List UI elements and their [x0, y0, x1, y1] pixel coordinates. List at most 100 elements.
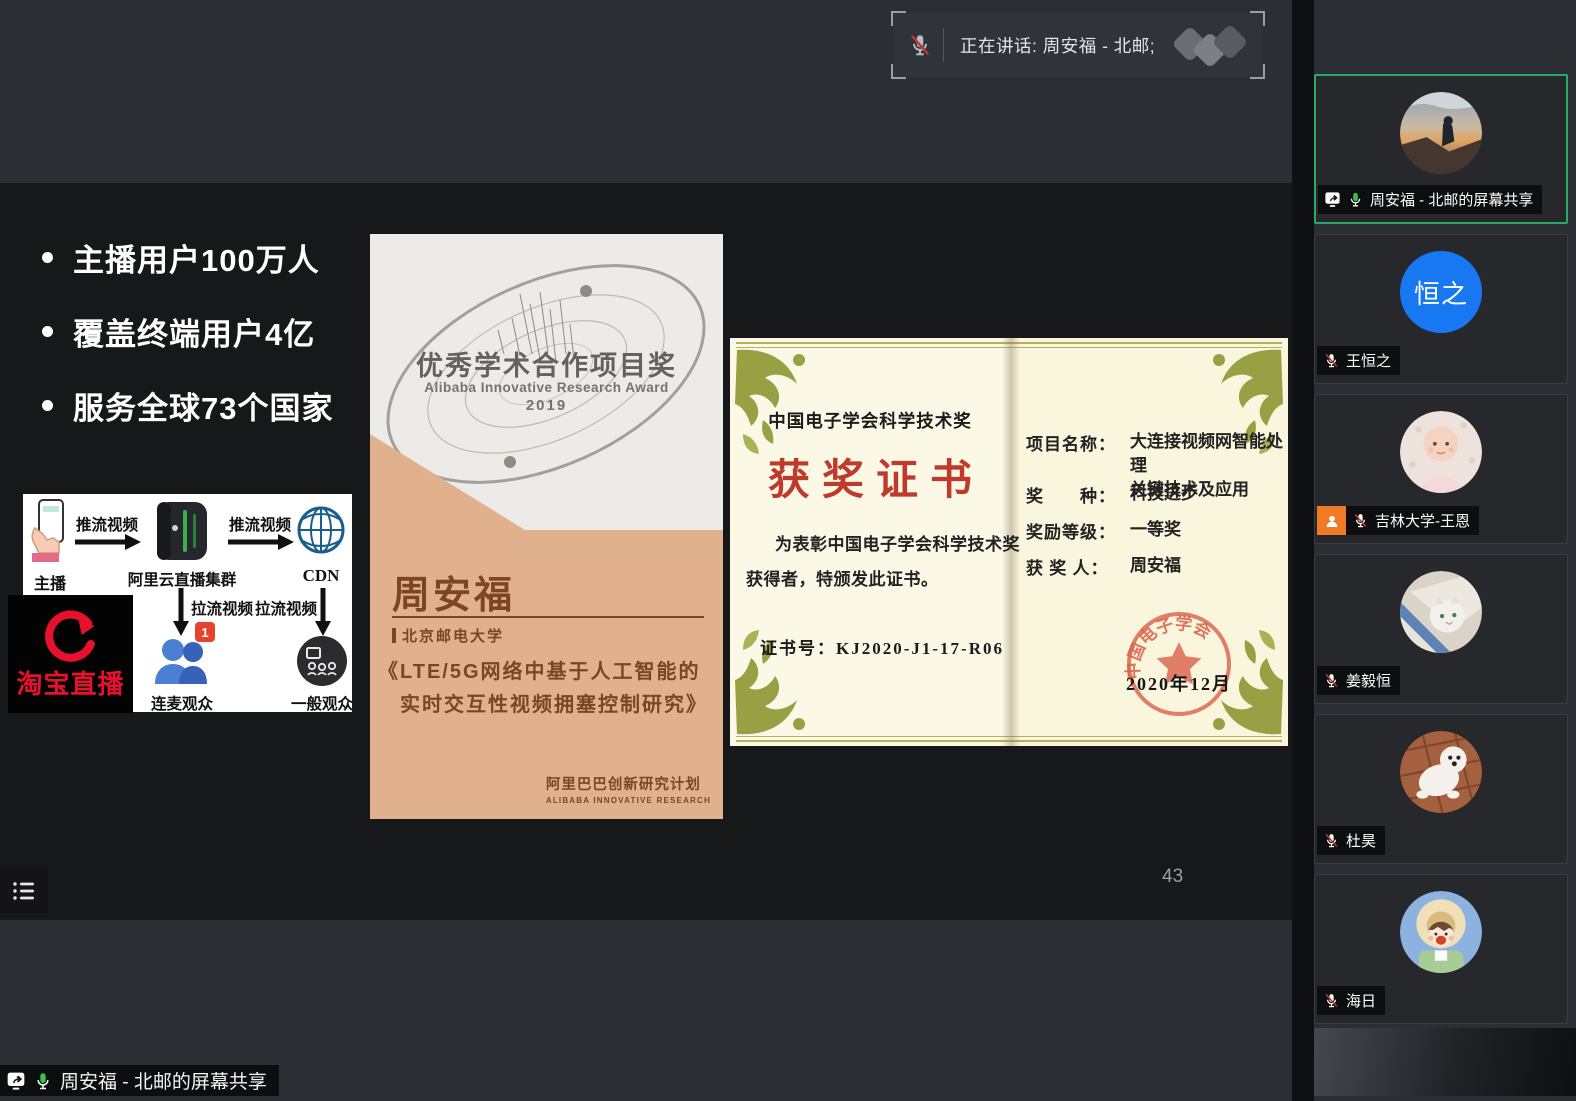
muted-mic-icon: [1323, 672, 1340, 689]
name-chip: 姜毅恒: [1317, 666, 1400, 695]
award-card-top: 优秀学术合作项目奖 Alibaba Innovative Research Aw…: [370, 234, 723, 530]
list-item: 服务全球73个国家: [42, 383, 333, 428]
muted-mic-icon: [907, 32, 933, 58]
participant-tile-zhouanfu[interactable]: 周安福 - 北邮的屏幕共享: [1314, 74, 1568, 224]
taobao-live-logo: 淘宝直播: [8, 595, 133, 713]
screen-share-icon: [1324, 191, 1341, 208]
field-value: 一等奖: [1130, 518, 1181, 543]
banner-divider: [943, 28, 944, 62]
certificate-field: 奖 种： 科技进步: [1026, 482, 1198, 507]
participant-tile-wanghengzhi[interactable]: 恒之 王恒之: [1314, 234, 1568, 384]
certificate-field: 奖励等级： 一等奖: [1026, 518, 1181, 543]
muted-mic-icon: [1352, 512, 1369, 529]
participant-name: 姜毅恒: [1346, 670, 1391, 691]
certificate-field: 获 奖 人： 周安福: [1026, 554, 1181, 579]
slide-bullet-list: 主播用户100万人 覆盖终端用户4亿 服务全球73个国家: [42, 235, 333, 457]
affiliation-bar: [392, 628, 396, 643]
alibaba-award-card: 优秀学术合作项目奖 Alibaba Innovative Research Aw…: [370, 234, 723, 819]
avatar: [1400, 92, 1482, 174]
muted-mic-icon: [1323, 992, 1340, 1009]
field-value: 周安福: [1130, 554, 1181, 579]
field-value: 科技进步: [1130, 482, 1198, 507]
award-title-cn: 优秀学术合作项目奖: [370, 344, 723, 383]
project-title-line1: 《LTE/5G网络中基于人工智能的: [378, 656, 708, 689]
app-watermark-logo: [1175, 23, 1249, 67]
participants-sidebar: 周安福 - 北邮的屏幕共享 恒之 王恒之: [1292, 0, 1576, 1101]
seal-date: 2020年12月: [1104, 670, 1254, 696]
pull-video-label-1: 拉流视频: [189, 597, 255, 619]
field-label: 获 奖 人：: [1026, 554, 1118, 579]
certificate-body-line1: 为表彰中国电子学会科学技术奖: [775, 530, 1020, 555]
bullet-text: 服务全球73个国家: [73, 383, 333, 428]
screen-share-status-chip: 周安福 - 北邮的屏幕共享: [0, 1065, 279, 1096]
sidebar-edge-shadow: [1292, 0, 1314, 1101]
name-chip: 周安福 - 北邮的屏幕共享: [1318, 185, 1542, 214]
participant-name: 周安福 - 北邮的屏幕共享: [1370, 189, 1533, 210]
bullet-icon: [42, 326, 53, 337]
role-badge-icon: [1317, 506, 1346, 535]
taobao-live-text: 淘宝直播: [16, 664, 124, 701]
award-year: 2019: [370, 397, 723, 414]
view-list-button[interactable]: [0, 868, 48, 913]
participant-name: 吉林大学-王恩: [1375, 510, 1470, 531]
avatar: [1400, 731, 1482, 813]
red-seal-icon: 中国电子学会: [1123, 608, 1235, 720]
bullet-text: 主播用户100万人: [73, 235, 320, 280]
screen-share-icon: [6, 1071, 26, 1091]
shared-slide: 主播用户100万人 覆盖终端用户4亿 服务全球73个国家: [0, 183, 1292, 920]
avatar: 恒之: [1400, 251, 1482, 333]
certificate-title: 获奖证书: [730, 446, 1010, 507]
streamer-label: 主播: [25, 570, 75, 594]
award-org-en: ALIBABA INNOVATIVE RESEARCH: [546, 796, 711, 805]
list-item: 主播用户100万人: [42, 235, 333, 280]
mic-viewers-label: 连麦观众: [141, 692, 223, 714]
streamer-phone-icon: [29, 498, 73, 568]
participant-tile-jiangyiheng[interactable]: 姜毅恒: [1314, 554, 1568, 704]
certificate-body-line2: 获得者，特颁发此证书。: [746, 565, 939, 590]
award-card-bottom: 周安福 北京邮电大学 《LTE/5G网络中基于人工智能的 实时交互性视频拥塞控制…: [370, 530, 723, 819]
list-item: 覆盖终端用户4亿: [42, 309, 333, 354]
participant-tile-hairi[interactable]: 海日: [1314, 874, 1568, 1024]
aliyun-cluster-label: 阿里云直播集群: [121, 568, 243, 590]
general-audience-label: 一般观众: [281, 692, 363, 714]
bullet-icon: [42, 400, 53, 411]
affiliation-text: 北京邮电大学: [402, 625, 504, 646]
cdn-globe-icon: [295, 502, 347, 558]
field-label: 奖 种：: [1026, 482, 1118, 507]
project-title: 《LTE/5G网络中基于人工智能的 实时交互性视频拥塞控制研究》: [378, 656, 708, 722]
push-video-label-2: 推流视频: [226, 513, 294, 535]
avatar: [1400, 571, 1482, 653]
avatar: [1400, 891, 1482, 973]
participant-tile-duhao[interactable]: 杜昊: [1314, 714, 1568, 864]
participant-name: 王恒之: [1346, 350, 1391, 371]
bullet-text: 覆盖终端用户4亿: [73, 309, 315, 354]
name-chip: 吉林大学-王恩: [1346, 506, 1479, 535]
mic-on-icon: [33, 1071, 53, 1091]
general-audience-icon: [297, 636, 347, 686]
avatar: [1400, 411, 1482, 493]
awardee-affiliation: 北京邮电大学: [392, 625, 504, 646]
muted-mic-icon: [1323, 832, 1340, 849]
viewer-count-badge: 1: [195, 622, 215, 642]
tile-label-row: 周安福 - 北邮的屏幕共享: [1318, 185, 1542, 214]
award-title-en: Alibaba Innovative Research Award: [370, 380, 723, 395]
banner-corner: [1250, 11, 1265, 26]
certificate-serial: 证书号：KJ2020-J1-17-R06: [760, 634, 1004, 659]
field-value-line1: 大连接视频网智能处理: [1130, 432, 1283, 475]
divider: [392, 616, 704, 618]
participant-tile-wangen[interactable]: 吉林大学-王恩: [1314, 394, 1568, 544]
certificate-header: 中国电子学会科学技术奖: [730, 408, 1010, 433]
aliyun-cluster-icon: [153, 500, 211, 564]
participant-name: 海日: [1346, 990, 1376, 1011]
field-label: 奖励等级：: [1026, 518, 1118, 543]
taobao-live-icon: [44, 608, 98, 662]
banner-corner: [1250, 64, 1265, 79]
award-org: 阿里巴巴创新研究计划 ALIBABA INNOVATIVE RESEARCH: [546, 773, 711, 805]
project-title-line2: 实时交互性视频拥塞控制研究》: [400, 689, 708, 722]
participant-name: 杜昊: [1346, 830, 1376, 851]
mic-on-icon: [1347, 191, 1364, 208]
muted-mic-icon: [1323, 352, 1340, 369]
name-chip: 海日: [1317, 986, 1385, 1015]
list-icon: [12, 880, 36, 902]
banner-corner: [891, 11, 906, 26]
